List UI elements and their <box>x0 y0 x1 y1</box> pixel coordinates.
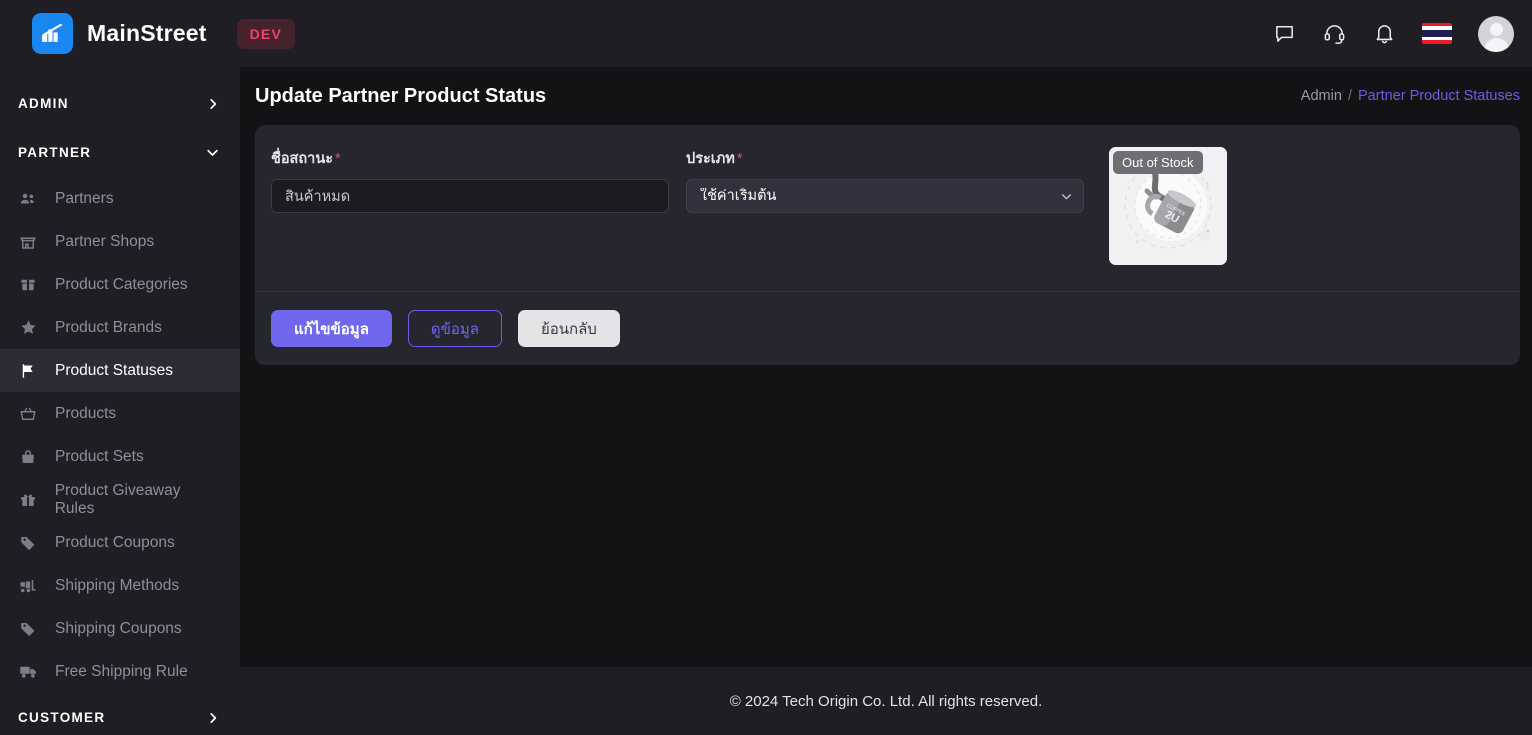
avatar-body <box>1483 37 1509 52</box>
sidebar: ADMIN PARTNER Partners Partner Shops Pro… <box>0 67 240 735</box>
thai-flag-icon[interactable] <box>1422 23 1452 44</box>
chat-icon[interactable] <box>1272 22 1296 46</box>
sidebar-item-label: Product Coupons <box>55 533 175 551</box>
body: ADMIN PARTNER Partners Partner Shops Pro… <box>0 67 1532 735</box>
back-button[interactable]: ย้อนกลับ <box>517 310 620 347</box>
page-title: Update Partner Product Status <box>255 84 547 107</box>
type-field-group: ประเภท * ใช้ค่าเริ่มต้น <box>686 147 1101 213</box>
gift-icon <box>18 491 38 509</box>
sidebar-item-label: Free Shipping Rule <box>55 662 188 680</box>
status-name-label-text: ชื่อสถานะ <box>271 151 334 167</box>
sidebar-item-label: Partners <box>55 189 114 207</box>
sidebar-item-label: Products <box>55 404 117 422</box>
truck-icon <box>18 662 38 681</box>
form-card: ชื่อสถานะ* ประเภท* ใช้ค่าเริ่มต้น <box>255 125 1520 365</box>
bag-icon <box>18 448 38 466</box>
required-asterisk: * <box>736 151 743 167</box>
sidebar-item-label: Shipping Coupons <box>55 619 182 637</box>
brand[interactable]: MainStreet DEV <box>32 13 295 54</box>
type-label: ประเภท * <box>686 147 1084 170</box>
sidebar-section-admin-label: ADMIN <box>18 96 69 111</box>
top-bar: MainStreet DEV <box>0 0 1532 67</box>
content-area: ชื่อสถานะ* ประเภท* ใช้ค่าเริ่มต้น <box>240 125 1532 667</box>
sidebar-item-free-shipping-rule[interactable]: Free Shipping Rule <box>0 650 240 693</box>
status-image-thumbnail[interactable]: COFFEE 2U + + Out of Stock <box>1109 147 1227 265</box>
sidebar-item-partners[interactable]: Partners <box>0 177 240 220</box>
sidebar-section-admin[interactable]: ADMIN <box>0 79 240 128</box>
app-root: MainStreet DEV ADMIN PARTNER Partners Pa… <box>0 0 1532 735</box>
breadcrumb-separator: / <box>1347 88 1352 104</box>
svg-text:+: + <box>1135 237 1140 247</box>
sidebar-section-customer[interactable]: CUSTOMER <box>0 693 240 735</box>
sidebar-item-shipping-coupons[interactable]: Shipping Coupons <box>0 607 240 650</box>
sidebar-item-label: Product Giveaway Rules <box>54 481 181 517</box>
sidebar-item-label: Product Brands <box>55 318 162 336</box>
status-name-input[interactable] <box>271 179 669 213</box>
store-icon <box>18 233 38 251</box>
sidebar-item-products[interactable]: Products <box>0 392 240 435</box>
status-name-label: ชื่อสถานะ * <box>271 147 669 170</box>
sidebar-item-label: Shipping Methods <box>55 576 180 594</box>
footer: © 2024 Tech Origin Co. Ltd. All rights r… <box>240 667 1532 735</box>
sidebar-item-label: Product Statuses <box>55 361 174 379</box>
tag-icon <box>18 534 38 552</box>
form-actions: แก้ไขข้อมูล ดูข้อมูล ย้อนกลับ <box>255 292 1520 365</box>
sidebar-item-label: Product Categories <box>55 275 188 293</box>
type-select-wrap: ใช้ค่าเริ่มต้น <box>686 179 1084 213</box>
sidebar-item-partner-shops[interactable]: Partner Shops <box>0 220 240 263</box>
tag-icon <box>18 620 38 638</box>
svg-text:+: + <box>1205 179 1210 189</box>
sidebar-item-shipping-methods[interactable]: Shipping Methods <box>0 564 240 607</box>
breadcrumb: Admin / Partner Product Statuses <box>1301 88 1520 104</box>
sidebar-item-product-coupons[interactable]: Product Coupons <box>0 521 240 564</box>
breadcrumb-root: Admin <box>1300 88 1342 104</box>
type-label-text: ประเภท <box>686 151 735 167</box>
chevron-right-icon <box>206 711 220 725</box>
bell-icon[interactable] <box>1372 22 1396 46</box>
out-of-stock-tooltip: Out of Stock <box>1113 151 1203 174</box>
sidebar-section-partner[interactable]: PARTNER <box>0 128 240 177</box>
required-asterisk: * <box>335 151 341 167</box>
headset-icon[interactable] <box>1322 22 1346 46</box>
copyright-text: © 2024 Tech Origin Co. Ltd. All rights r… <box>729 692 1043 710</box>
sidebar-item-product-categories[interactable]: Product Categories <box>0 263 240 306</box>
box-icon <box>18 276 38 294</box>
status-image-wrap: COFFEE 2U + + Out of Stock <box>1101 147 1227 265</box>
basket-icon <box>18 405 38 423</box>
sidebar-section-partner-label: PARTNER <box>18 145 92 160</box>
flag-icon <box>18 362 38 380</box>
brand-name: MainStreet <box>87 20 207 46</box>
forklift-icon <box>18 577 38 595</box>
sidebar-item-label: Product Sets <box>55 447 144 465</box>
topbar-actions <box>1272 15 1514 52</box>
logo-glyph <box>42 23 63 42</box>
avatar-head <box>1489 22 1503 36</box>
chevron-right-icon <box>206 97 220 111</box>
sidebar-item-label: Partner Shops <box>55 232 155 250</box>
star-icon <box>18 318 38 337</box>
type-select[interactable]: ใช้ค่าเริ่มต้น <box>686 179 1084 213</box>
env-badge: DEV <box>236 18 295 49</box>
chevron-down-icon <box>205 145 220 160</box>
main-content: Update Partner Product Status Admin / Pa… <box>240 67 1532 735</box>
status-name-field-group: ชื่อสถานะ * <box>271 147 686 213</box>
page-header: Update Partner Product Status Admin / Pa… <box>240 67 1532 125</box>
breadcrumb-current-link[interactable]: Partner Product Statuses <box>1358 88 1520 104</box>
sidebar-item-product-giveaway-rules[interactable]: Product Giveaway Rules <box>0 478 240 521</box>
view-button[interactable]: ดูข้อมูล <box>407 310 502 347</box>
sidebar-item-product-brands[interactable]: Product Brands <box>0 306 240 349</box>
form-card-body: ชื่อสถานะ* ประเภท* ใช้ค่าเริ่มต้น <box>255 125 1520 291</box>
avatar[interactable] <box>1478 15 1514 52</box>
mainstreet-logo-icon <box>32 13 73 54</box>
sidebar-item-product-sets[interactable]: Product Sets <box>0 435 240 478</box>
users-icon <box>18 190 38 208</box>
edit-button[interactable]: แก้ไขข้อมูล <box>271 310 392 347</box>
sidebar-item-product-statuses[interactable]: Product Statuses <box>0 349 240 392</box>
sidebar-section-customer-label: CUSTOMER <box>18 710 106 725</box>
